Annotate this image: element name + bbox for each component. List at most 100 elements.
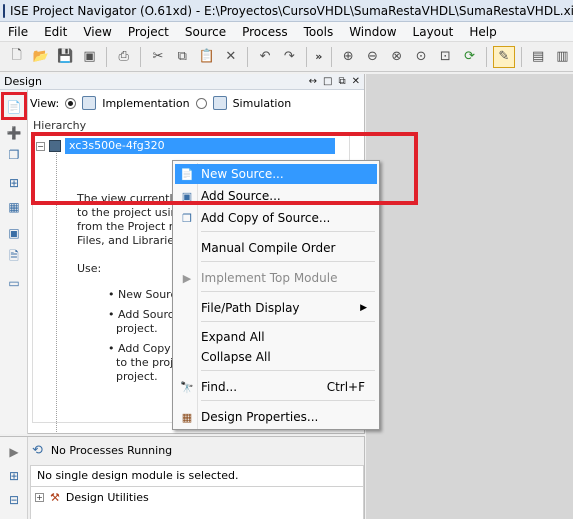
empty-icon-slot: [179, 349, 195, 365]
hierarchy-icon[interactable]: ⊞: [5, 174, 23, 192]
hierarchy-label: Hierarchy: [33, 119, 87, 132]
zoom-out-icon[interactable]: ⊖: [362, 46, 383, 68]
menu-separator: [201, 261, 375, 262]
play-icon: ▶: [182, 271, 192, 285]
menu-item-file-path-display[interactable]: File/Path Display ▶: [175, 298, 377, 318]
menu-separator: [201, 321, 375, 322]
view-hdl-icon[interactable]: ▦: [5, 198, 23, 216]
add-copy-icon[interactable]: ❐: [5, 146, 23, 164]
zoom-area-icon[interactable]: ⊡: [435, 46, 456, 68]
design-side-toolbar: 📄 ➕ ❐ ⊞ ▦ ▣ 🗎 ▭: [0, 90, 28, 434]
run-icon[interactable]: ▶: [5, 443, 23, 461]
toolbar-separator: [486, 46, 488, 67]
open-file-icon[interactable]: 🗎: [5, 248, 23, 266]
copy-icon[interactable]: ⧉: [172, 46, 193, 68]
maximize-icon[interactable]: □: [323, 76, 332, 87]
menu-window[interactable]: Window: [341, 22, 404, 42]
bullet-add-copy-cont: project.: [116, 370, 158, 383]
process-list: No single design module is selected. + ⚒…: [30, 465, 364, 519]
cut-icon[interactable]: ✂: [147, 46, 168, 68]
cascade-windows-icon[interactable]: ▤: [528, 46, 549, 68]
design-goals-icon[interactable]: ✎: [493, 45, 515, 68]
redo-icon[interactable]: ↷: [279, 46, 300, 68]
expand-icon[interactable]: +: [35, 493, 44, 502]
new-file-icon[interactable]: 🗋: [6, 46, 27, 68]
paste-icon[interactable]: 📋: [196, 46, 217, 68]
print-icon[interactable]: ⎙: [113, 46, 134, 68]
empty-icon-slot: [179, 329, 195, 345]
undo-icon[interactable]: ↶: [254, 46, 275, 68]
window-icon[interactable]: ▭: [5, 274, 23, 292]
menu-item-design-properties[interactable]: ▦ Design Properties...: [175, 407, 377, 427]
design-panel-title: Design: [4, 75, 42, 88]
simulation-label[interactable]: Simulation: [233, 97, 292, 110]
implementation-label[interactable]: Implementation: [102, 97, 189, 110]
implementation-icon: [82, 96, 97, 110]
menu-item-expand-all[interactable]: Expand All: [175, 327, 377, 347]
menu-item-add-copy-of-source[interactable]: ❐ Add Copy of Source...: [175, 208, 377, 228]
description-text: from the Project me: [77, 220, 187, 233]
simulation-icon: [212, 96, 227, 110]
menu-item-find[interactable]: 🔭 Find... Ctrl+F: [175, 377, 377, 397]
open-folder-icon[interactable]: 📂: [30, 46, 51, 68]
save-icon[interactable]: 💾: [55, 46, 76, 68]
menu-edit[interactable]: Edit: [36, 22, 75, 42]
delete-icon[interactable]: ✕: [220, 46, 241, 68]
toolbar-separator: [520, 46, 522, 67]
bullet-add-copy-cont: to the proje: [116, 356, 180, 369]
toolbar-separator: [306, 46, 307, 67]
add-copy-icon: ❐: [182, 211, 192, 225]
refresh-icon[interactable]: ⟳: [459, 46, 480, 68]
menu-item-manual-compile-order[interactable]: Manual Compile Order: [175, 238, 377, 258]
title-bar: ISE Project Navigator (O.61xd) - E:\Proy…: [0, 0, 573, 22]
toolbar-separator: [330, 46, 332, 67]
bullet-add-copy: • Add Copy o: [108, 342, 181, 355]
menu-view[interactable]: View: [75, 22, 119, 42]
menu-separator: [201, 370, 375, 371]
tile-horizontal-icon[interactable]: ▥: [552, 46, 573, 68]
menu-item-implement-top-module: ▶ Implement Top Module: [175, 268, 377, 288]
process-tree-icon[interactable]: ⊞: [5, 467, 23, 485]
toolbar-separator: [140, 46, 142, 67]
process-divider: [31, 486, 363, 487]
window-title: ISE Project Navigator (O.61xd) - E:\Proy…: [10, 3, 573, 18]
menu-layout[interactable]: Layout: [405, 22, 462, 42]
menu-file[interactable]: File: [0, 22, 36, 42]
find-shortcut: Ctrl+F: [326, 380, 365, 394]
menu-help[interactable]: Help: [461, 22, 504, 42]
process-status: ⟲ No Processes Running: [32, 443, 172, 458]
zoom-full-icon[interactable]: ⊙: [410, 46, 431, 68]
menu-separator: [201, 231, 375, 232]
save-all-icon[interactable]: ▣: [79, 46, 100, 68]
process-list-icon[interactable]: ⊟: [5, 491, 23, 509]
view-label: View:: [30, 96, 60, 110]
empty-icon-slot: [179, 300, 195, 316]
bullet-add-source-cont: project.: [116, 322, 158, 335]
add-source-icon[interactable]: ➕: [5, 124, 23, 142]
design-utilities-label[interactable]: Design Utilities: [66, 491, 149, 504]
zoom-fit-icon[interactable]: ⊗: [386, 46, 407, 68]
simulation-radio[interactable]: [195, 97, 207, 109]
module-icon[interactable]: ▣: [5, 224, 23, 242]
process-status-text: No Processes Running: [50, 444, 173, 457]
design-utilities-row[interactable]: + ⚒ Design Utilities: [35, 491, 149, 504]
bullet-add-source: • Add Source: [108, 308, 181, 321]
zoom-in-icon[interactable]: ⊕: [338, 46, 359, 68]
refresh-status-icon: ⟲: [32, 443, 43, 458]
menu-item-collapse-all[interactable]: Collapse All: [175, 347, 377, 367]
resize-icon[interactable]: ↔: [309, 76, 317, 87]
description-text: to the project using: [77, 206, 185, 219]
processes-panel: ▶ ⊞ ⊟ ⟲ No Processes Running No single d…: [0, 436, 365, 519]
implementation-radio[interactable]: [65, 97, 77, 109]
float-icon[interactable]: ⧉: [338, 76, 345, 87]
main-toolbar: 🗋 📂 💾 ▣ ⎙ ✂ ⧉ 📋 ✕ ↶ ↷ » ⊕ ⊖ ⊗ ⊙ ⊡ ⟳ ✎ ▤ …: [0, 42, 573, 72]
close-icon[interactable]: ✕: [352, 76, 360, 87]
empty-icon-slot: [179, 240, 195, 256]
toolbar-separator: [247, 46, 249, 67]
menu-source[interactable]: Source: [177, 22, 234, 42]
processes-side-toolbar: ▶ ⊞ ⊟: [0, 437, 28, 519]
toolbar-overflow-button[interactable]: »: [313, 50, 325, 63]
menu-process[interactable]: Process: [234, 22, 296, 42]
menu-project[interactable]: Project: [120, 22, 177, 42]
menu-tools[interactable]: Tools: [296, 22, 342, 42]
